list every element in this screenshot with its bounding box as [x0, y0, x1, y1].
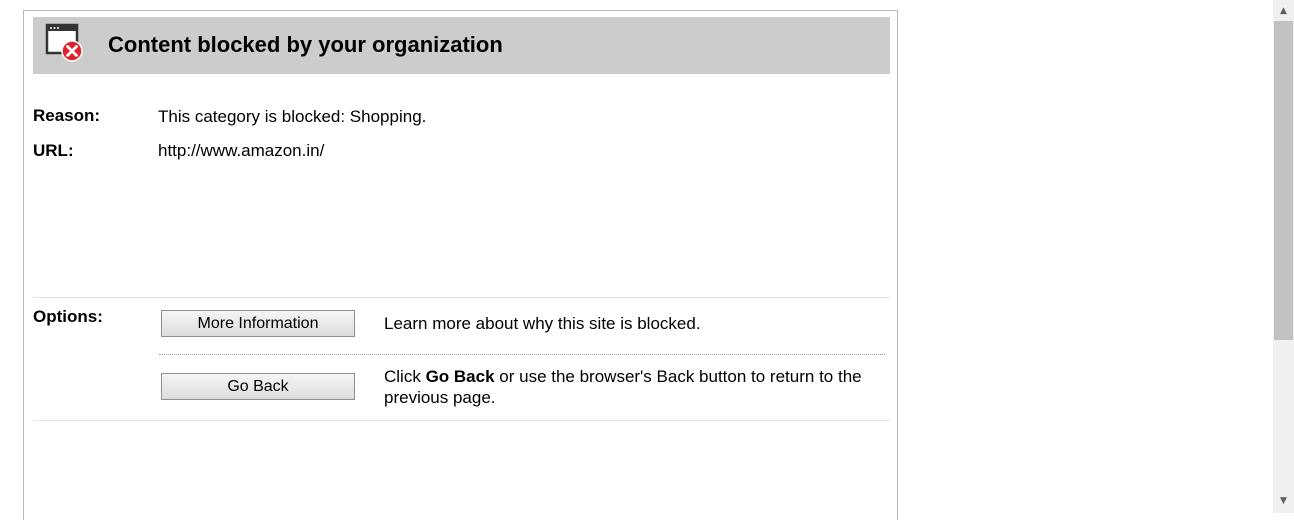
reason-value: This category is blocked: Shopping.: [158, 107, 427, 126]
go-back-text-prefix: Click: [384, 367, 426, 386]
page-title: Content blocked by your organization: [108, 32, 503, 57]
divider-bottom: [33, 420, 890, 421]
block-page-frame: Content blocked by your organization Rea…: [23, 10, 898, 520]
url-label: URL:: [33, 141, 74, 160]
go-back-text-bold: Go Back: [425, 367, 495, 386]
blocked-window-icon: [45, 23, 85, 63]
more-information-button[interactable]: More Information: [161, 310, 355, 337]
scroll-down-arrow-icon[interactable]: ▼: [1273, 493, 1294, 510]
more-information-text: Learn more about why this site is blocke…: [384, 314, 701, 333]
page-header: Content blocked by your organization: [33, 17, 890, 74]
scrollbar-thumb[interactable]: [1274, 21, 1293, 340]
more-information-description: Learn more about why this site is blocke…: [384, 313, 884, 334]
go-back-button[interactable]: Go Back: [161, 373, 355, 400]
url-value: http://www.amazon.in/: [158, 141, 325, 160]
options-label: Options:: [33, 307, 103, 326]
vertical-scrollbar[interactable]: ▲ ▼: [1273, 0, 1294, 513]
reason-label: Reason:: [33, 106, 101, 125]
scroll-up-arrow-icon[interactable]: ▲: [1273, 3, 1294, 20]
options-divider: [159, 354, 885, 355]
divider-top: [33, 297, 890, 298]
go-back-description: Click Go Back or use the browser's Back …: [384, 366, 884, 408]
